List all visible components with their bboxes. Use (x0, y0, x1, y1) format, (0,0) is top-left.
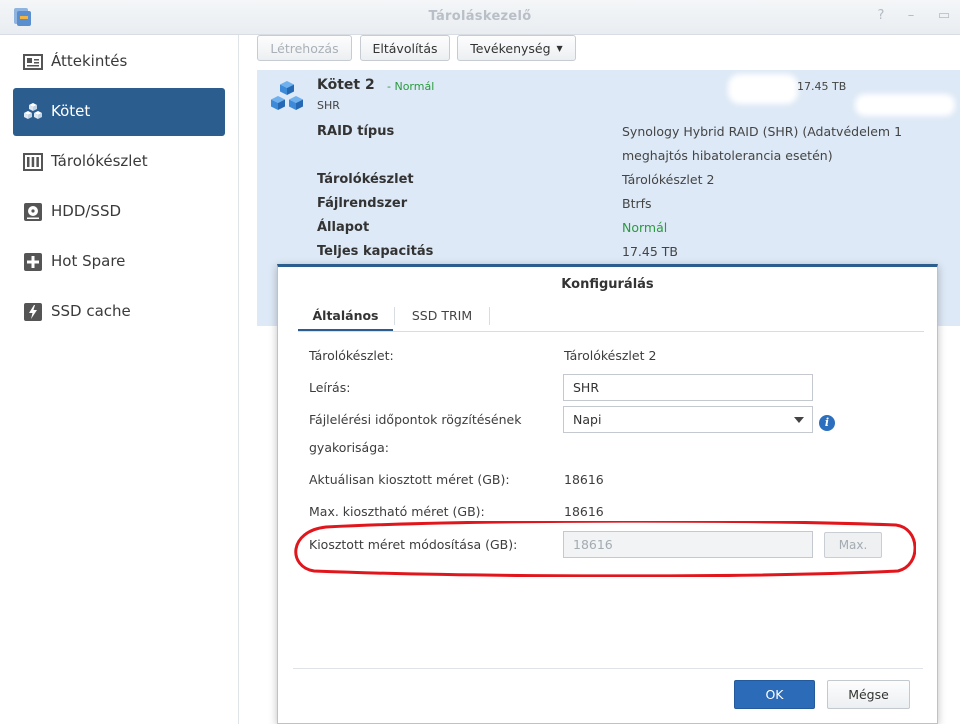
maximize-icon[interactable]: ▭ (937, 8, 951, 24)
atime-select[interactable]: Napi (563, 406, 813, 433)
action-button-label: Tevékenység (470, 40, 551, 56)
chevron-down-icon (794, 417, 804, 423)
raid-type-value: Synology Hybrid RAID (SHR) (Adatvédelem … (622, 124, 903, 163)
filesystem-value: Btrfs (622, 196, 652, 211)
volume-title: Kötet 2 (317, 77, 375, 93)
redacted-region (728, 74, 798, 104)
storage-pool-label: Tárolókészlet (317, 172, 414, 187)
sidebar-item-label: Hot Spare (51, 252, 126, 270)
create-button[interactable]: Létrehozás (257, 35, 352, 61)
sidebar-item-ssd-cache[interactable]: SSD cache (13, 288, 225, 336)
remove-button[interactable]: Eltávolítás (360, 35, 450, 61)
chevron-down-icon: ▼ (556, 43, 563, 53)
storage-pool-icon (23, 153, 43, 171)
sidebar-item-label: SSD cache (51, 302, 131, 320)
dialog-title: Konfigurálás (561, 277, 654, 292)
current-size-label: Aktuálisan kiosztott méret (GB): (309, 472, 510, 487)
tab-separator (489, 307, 490, 325)
volume-subtitle: SHR (317, 99, 340, 112)
raid-type-label: RAID típus (317, 124, 395, 139)
total-capacity-label: Teljes kapacitás (317, 244, 434, 259)
dialog-footer-divider (293, 668, 923, 669)
dialog-tabbar: Általános SSD TRIM (298, 301, 924, 332)
sidebar-item-storage-pool[interactable]: Tárolókészlet (13, 138, 225, 186)
atime-selected-value: Napi (573, 412, 602, 427)
sidebar-item-volume[interactable]: Kötet (13, 88, 225, 136)
sidebar-item-hdd-ssd[interactable]: HDD/SSD (13, 188, 225, 236)
window-titlebar: Tároláskezelő ? – ▭ (0, 0, 960, 35)
description-label: Leírás: (309, 380, 351, 395)
overview-icon (23, 54, 43, 70)
ssd-cache-icon (24, 303, 42, 321)
volume-cubes-icon (271, 81, 303, 110)
pool-value: Tárolókészlet 2 (564, 348, 657, 363)
info-icon[interactable]: i (819, 415, 835, 431)
tab-ssd-trim[interactable]: SSD TRIM (395, 301, 489, 331)
sidebar-item-label: Áttekintés (51, 52, 128, 70)
status-value: Normál (622, 220, 668, 235)
sidebar-item-label: Tárolókészlet (51, 152, 148, 170)
current-size-value: 18616 (564, 472, 604, 487)
hdd-icon (24, 203, 42, 221)
tab-general[interactable]: Általános (298, 301, 393, 331)
volume-status: - Normál (387, 80, 435, 93)
total-capacity-value: 17.45 TB (622, 244, 678, 259)
volume-size: 17.45 TB (797, 80, 847, 93)
sidebar-item-label: HDD/SSD (51, 202, 122, 220)
cancel-button[interactable]: Mégse (827, 680, 910, 709)
action-dropdown-button[interactable]: Tevékenység ▼ (457, 35, 576, 61)
max-size-value: 18616 (564, 504, 604, 519)
description-input[interactable]: SHR (563, 374, 813, 401)
pool-label: Tárolókészlet: (309, 348, 394, 363)
help-icon[interactable]: ? (874, 8, 888, 24)
sidebar-item-hot-spare[interactable]: Hot Spare (13, 238, 225, 286)
configure-dialog: Konfigurálás Általános SSD TRIM Tárolóké… (277, 264, 938, 724)
redacted-region (855, 94, 955, 116)
window-title: Tároláskezelő (428, 9, 532, 24)
annotation-ellipse (294, 521, 916, 577)
hot-spare-icon (24, 253, 42, 271)
sidebar-item-overview[interactable]: Áttekintés (13, 38, 225, 86)
atime-label: Fájlelérési időpontok rögzítésének gyako… (309, 412, 522, 455)
storage-pool-value: Tárolókészlet 2 (622, 172, 715, 187)
filesystem-label: Fájlrendszer (317, 196, 408, 211)
status-label: Állapot (317, 220, 370, 235)
minimize-icon[interactable]: – (904, 8, 918, 24)
ok-button[interactable]: OK (734, 680, 815, 709)
volume-cubes-icon (24, 103, 42, 119)
sidebar-item-label: Kötet (51, 102, 91, 120)
